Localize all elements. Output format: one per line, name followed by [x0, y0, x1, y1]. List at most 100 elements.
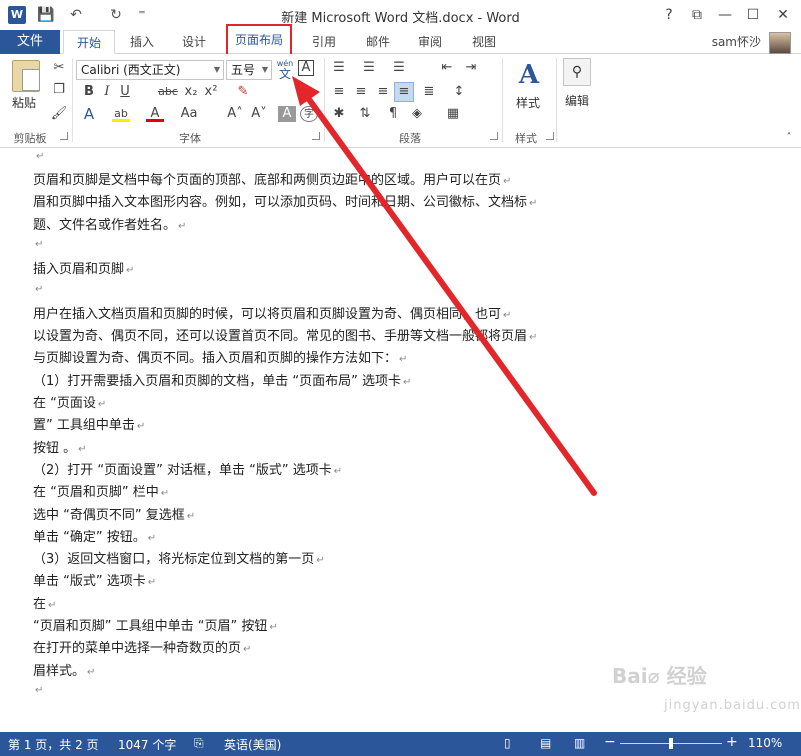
document-paragraph[interactable]: 按钮 。 ↵: [33, 437, 87, 456]
document-paragraph[interactable]: 插入页眉和页脚 ↵: [33, 258, 134, 277]
document-paragraph[interactable]: 以设置为奇、偶页不同，还可以设置首页不同。常见的图书、手册等文档一般都将页眉 ↵: [33, 325, 537, 344]
bold-button[interactable]: B: [80, 84, 98, 100]
shading-icon[interactable]: ◈: [408, 106, 426, 122]
document-paragraph[interactable]: 选中 “奇偶页不同” 复选框 ↵: [33, 504, 195, 523]
tab-view[interactable]: 视图: [462, 30, 506, 54]
print-layout-icon[interactable]: ▤: [540, 736, 551, 750]
strikethrough-button[interactable]: abc: [156, 84, 180, 100]
document-paragraph[interactable]: 置” 工具组中单击 ↵: [33, 414, 145, 433]
zoom-slider-thumb[interactable]: [669, 738, 673, 749]
italic-button[interactable]: I: [98, 84, 116, 100]
document-paragraph[interactable]: 在 “页面设 ↵: [33, 392, 106, 411]
superscript-button[interactable]: x²: [202, 84, 220, 100]
tab-references[interactable]: 引用: [302, 30, 346, 54]
align-right-icon[interactable]: ≡: [374, 84, 392, 100]
tab-page-layout[interactable]: 页面布局: [226, 24, 292, 56]
paste-button[interactable]: 粘贴: [12, 94, 36, 111]
borders-icon[interactable]: ▦: [444, 106, 462, 122]
proofing-icon[interactable]: ⎘: [194, 736, 204, 751]
clipboard-launcher-icon[interactable]: [60, 132, 68, 140]
tab-mailings[interactable]: 邮件: [356, 30, 400, 54]
numbering-icon[interactable]: ☰: [360, 60, 378, 76]
phonetic-guide-icon[interactable]: 文: [276, 66, 294, 82]
increase-indent-icon[interactable]: ⇥: [462, 60, 480, 76]
font-launcher-icon[interactable]: [312, 132, 320, 140]
multilevel-list-icon[interactable]: ☰: [390, 60, 408, 76]
line-spacing-icon[interactable]: ↕: [450, 84, 468, 100]
document-paragraph[interactable]: （3）返回文档窗口，将光标定位到文档的第一页 ↵: [33, 548, 325, 567]
document-paragraph[interactable]: （2）打开 “页面设置” 对话框，单击 “版式” 选项卡 ↵: [33, 459, 342, 478]
document-paragraph[interactable]: （1）打开需要插入页眉和页脚的文档，单击 “页面布局” 选项卡 ↵: [33, 370, 411, 389]
zoom-in-button[interactable]: +: [726, 734, 738, 750]
zoom-level[interactable]: 110%: [748, 736, 782, 750]
character-border-icon[interactable]: A: [298, 60, 314, 76]
subscript-button[interactable]: x₂: [182, 84, 200, 100]
document-paragraph[interactable]: ↵: [33, 281, 43, 296]
enclose-characters-button[interactable]: 字: [300, 106, 318, 122]
character-shading-button[interactable]: A: [278, 106, 296, 122]
document-paragraph[interactable]: 在 ↵: [33, 593, 56, 612]
paste-icon[interactable]: [12, 60, 40, 92]
document-paragraph[interactable]: 在 “页眉和页脚” 栏中 ↵: [33, 481, 169, 500]
text-effects-button[interactable]: A: [80, 106, 98, 122]
document-paragraph[interactable]: ↵: [33, 682, 43, 697]
word-count[interactable]: 1047 个字: [118, 736, 176, 753]
minimize-button[interactable]: —: [712, 4, 738, 26]
language-indicator[interactable]: 英语(美国): [224, 736, 281, 753]
document-paragraph[interactable]: “页眉和页脚” 工具组中单击 “页眉” 按钮 ↵: [33, 615, 278, 634]
zoom-out-button[interactable]: −: [604, 734, 616, 750]
show-marks-icon[interactable]: ¶: [384, 106, 402, 122]
font-name-select[interactable]: Calibri (西文正文) ▼: [76, 60, 224, 80]
document-paragraph[interactable]: 用户在插入文档页眉和页脚的时候，可以将页眉和页脚设置为奇、偶页相同，也可 ↵: [33, 303, 511, 322]
format-painter-icon[interactable]: 🖌: [50, 106, 68, 122]
justify-icon[interactable]: ≡: [394, 82, 414, 102]
help-button[interactable]: ?: [656, 4, 682, 26]
align-left-icon[interactable]: ≡: [330, 84, 348, 100]
sort-icon[interactable]: ⇅: [356, 106, 374, 122]
styles-icon[interactable]: A: [514, 60, 544, 90]
binoculars-icon[interactable]: ⚲: [563, 58, 591, 86]
decrease-indent-icon[interactable]: ⇤: [438, 60, 456, 76]
document-paragraph[interactable]: 题、文件名或作者姓名。 ↵: [33, 214, 186, 233]
tab-design[interactable]: 设计: [172, 30, 216, 54]
underline-button[interactable]: U: [116, 84, 134, 100]
align-center-icon[interactable]: ≡: [352, 84, 370, 100]
font-color-button[interactable]: A: [146, 106, 164, 122]
web-layout-icon[interactable]: ▥: [574, 736, 585, 750]
distributed-icon[interactable]: ≣: [420, 84, 438, 100]
maximize-button[interactable]: ☐: [740, 4, 766, 26]
grow-font-button[interactable]: A˄: [226, 106, 244, 122]
user-name[interactable]: sam怀沙: [712, 33, 761, 50]
document-paragraph[interactable]: 页眉和页脚是文档中每个页面的顶部、底部和两侧页边距中的区域。用户可以在页 ↵: [33, 169, 511, 188]
styles-launcher-icon[interactable]: [546, 132, 554, 140]
highlight-button[interactable]: ab: [112, 106, 130, 122]
editing-button[interactable]: 编辑: [558, 92, 596, 109]
document-paragraph[interactable]: ↵: [33, 236, 43, 251]
paragraph-launcher-icon[interactable]: [490, 132, 498, 140]
ribbon-display-button[interactable]: ⧉: [684, 4, 710, 26]
document-paragraph[interactable]: 眉和页脚中插入文本图形内容。例如，可以添加页码、时间和日期、公司徽标、文档标 ↵: [33, 191, 537, 210]
page-count[interactable]: 第 1 页，共 2 页: [8, 736, 99, 753]
font-size-select[interactable]: 五号 ▼: [226, 60, 272, 80]
copy-icon[interactable]: ❐: [50, 82, 68, 98]
tab-home[interactable]: 开始: [63, 30, 115, 54]
document-paragraph[interactable]: 与页脚设置为奇、偶页不同。插入页眉和页脚的操作方法如下： ↵: [33, 347, 407, 366]
chinese-layout-icon[interactable]: ✱: [330, 106, 348, 122]
close-button[interactable]: ✕: [770, 4, 796, 26]
tab-review[interactable]: 审阅: [408, 30, 452, 54]
document-paragraph[interactable]: 单击 “确定” 按钮。 ↵: [33, 526, 156, 545]
clear-formatting-icon[interactable]: ✎: [234, 84, 252, 100]
change-case-button[interactable]: Aa: [180, 106, 198, 122]
read-mode-icon[interactable]: ▯: [504, 736, 511, 750]
collapse-ribbon-icon[interactable]: ˄: [780, 130, 798, 146]
document-paragraph[interactable]: 眉样式。 ↵: [33, 660, 95, 679]
tab-file[interactable]: 文件: [0, 30, 60, 54]
document-paragraph[interactable]: 单击 “版式” 选项卡 ↵: [33, 570, 156, 589]
avatar[interactable]: [769, 32, 791, 54]
tab-insert[interactable]: 插入: [120, 30, 164, 54]
shrink-font-button[interactable]: A˅: [250, 106, 268, 122]
document-paragraph[interactable]: 在打开的菜单中选择一种奇数页的页 ↵: [33, 637, 251, 656]
document-area[interactable]: ↵ 页眉和页脚是文档中每个页面的顶部、底部和两侧页边距中的区域。用户可以在页 ↵ 眉…: [0, 149, 801, 732]
bullets-icon[interactable]: ☰: [330, 60, 348, 76]
styles-button[interactable]: 样式: [508, 94, 548, 111]
